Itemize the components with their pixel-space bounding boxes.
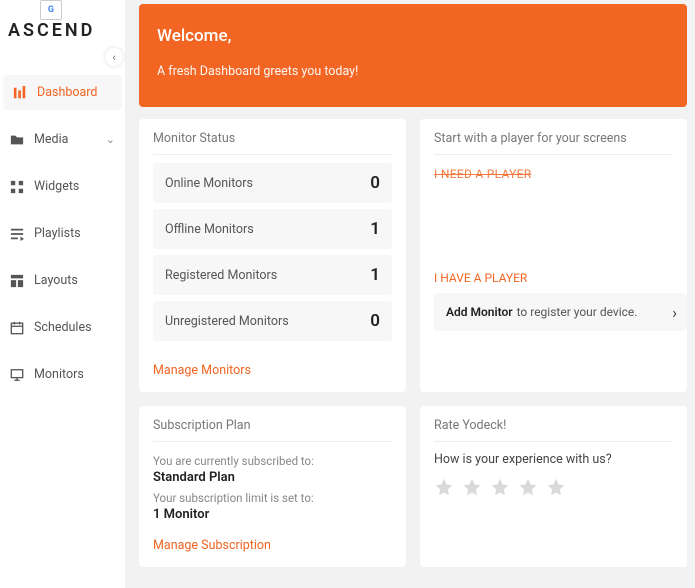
star-2[interactable]	[462, 477, 482, 497]
card-title: Subscription Plan	[153, 418, 392, 442]
sidebar-item-label: Playlists	[34, 226, 81, 241]
rate-question: How is your experience with us?	[434, 452, 673, 467]
list-icon	[10, 227, 24, 241]
main-content: Welcome, A fresh Dashboard greets you to…	[125, 0, 695, 588]
star-3[interactable]	[490, 477, 510, 497]
stat-row-registered: Registered Monitors 1	[153, 255, 392, 295]
monitor-icon	[10, 368, 24, 382]
welcome-subtitle: A fresh Dashboard greets you today!	[157, 64, 669, 79]
card-title: Rate Yodeck!	[434, 418, 673, 442]
stat-label: Registered Monitors	[165, 268, 277, 283]
manage-monitors-link[interactable]: Manage Monitors	[153, 347, 392, 378]
sidebar-nav: Dashboard Media ⌄ Widgets	[0, 75, 125, 392]
sidebar-item-label: Layouts	[34, 273, 78, 288]
sidebar-item-layouts[interactable]: Layouts	[0, 263, 125, 298]
stat-label: Online Monitors	[165, 176, 253, 191]
sidebar-item-monitors[interactable]: Monitors	[0, 357, 125, 392]
card-title: Monitor Status	[153, 131, 392, 155]
brand-logo: ASCEND	[8, 20, 117, 41]
sidebar: G ASCEND ‹ Dashboard Media ⌄	[0, 0, 125, 588]
sidebar-item-dashboard[interactable]: Dashboard	[3, 75, 122, 110]
stat-value: 1	[370, 219, 380, 239]
bars-icon	[13, 86, 27, 100]
star-1[interactable]	[434, 477, 454, 497]
need-player-tab[interactable]: I NEED A PLAYER	[434, 167, 673, 181]
rate-card: Rate Yodeck! How is your experience with…	[420, 406, 687, 567]
add-monitor-button[interactable]: Add Monitor to register your device. ›	[434, 293, 687, 331]
stat-row-offline: Offline Monitors 1	[153, 209, 392, 249]
add-monitor-text: to register your device.	[517, 305, 638, 319]
sidebar-item-playlists[interactable]: Playlists	[0, 216, 125, 251]
stat-value: 1	[370, 265, 380, 285]
subscription-card: Subscription Plan You are currently subs…	[139, 406, 406, 567]
player-card: Start with a player for your screens I N…	[420, 119, 687, 392]
layout-icon	[10, 274, 24, 288]
sidebar-item-label: Dashboard	[37, 85, 97, 100]
stat-label: Unregistered Monitors	[165, 314, 289, 329]
stat-value: 0	[370, 311, 380, 331]
subscription-sub2: Your subscription limit is set to:	[153, 491, 392, 505]
stat-row-online: Online Monitors 0	[153, 163, 392, 203]
sidebar-item-label: Schedules	[34, 320, 92, 335]
stat-label: Offline Monitors	[165, 222, 254, 237]
welcome-banner: Welcome, A fresh Dashboard greets you to…	[139, 4, 687, 107]
brand-area: G ASCEND ‹	[0, 0, 125, 55]
grid-icon	[10, 180, 24, 194]
manage-subscription-link[interactable]: Manage Subscription	[153, 524, 392, 553]
sidebar-item-schedules[interactable]: Schedules	[0, 310, 125, 345]
sidebar-collapse-button[interactable]: ‹	[105, 48, 123, 66]
add-monitor-bold: Add Monitor	[446, 305, 513, 319]
monitor-status-card: Monitor Status Online Monitors 0 Offline…	[139, 119, 406, 392]
subscription-plan: Standard Plan	[153, 470, 392, 485]
welcome-title: Welcome,	[157, 26, 669, 46]
card-title: Start with a player for your screens	[434, 131, 673, 155]
have-player-tab[interactable]: I HAVE A PLAYER	[434, 271, 673, 285]
translate-badge-icon: G	[40, 0, 62, 20]
chevron-right-icon: ›	[672, 303, 677, 322]
sidebar-item-label: Media	[34, 132, 68, 147]
star-rating	[434, 477, 673, 497]
star-5[interactable]	[546, 477, 566, 497]
sidebar-item-label: Monitors	[34, 367, 84, 382]
subscription-sub1: You are currently subscribed to:	[153, 454, 392, 468]
subscription-limit: 1 Monitor	[153, 507, 392, 522]
chevron-down-icon: ⌄	[106, 133, 115, 146]
calendar-icon	[10, 321, 24, 335]
folder-icon	[10, 133, 24, 147]
stat-row-unregistered: Unregistered Monitors 0	[153, 301, 392, 341]
sidebar-item-widgets[interactable]: Widgets	[0, 169, 125, 204]
stat-value: 0	[370, 173, 380, 193]
sidebar-item-label: Widgets	[34, 179, 79, 194]
star-4[interactable]	[518, 477, 538, 497]
sidebar-item-media[interactable]: Media ⌄	[0, 122, 125, 157]
